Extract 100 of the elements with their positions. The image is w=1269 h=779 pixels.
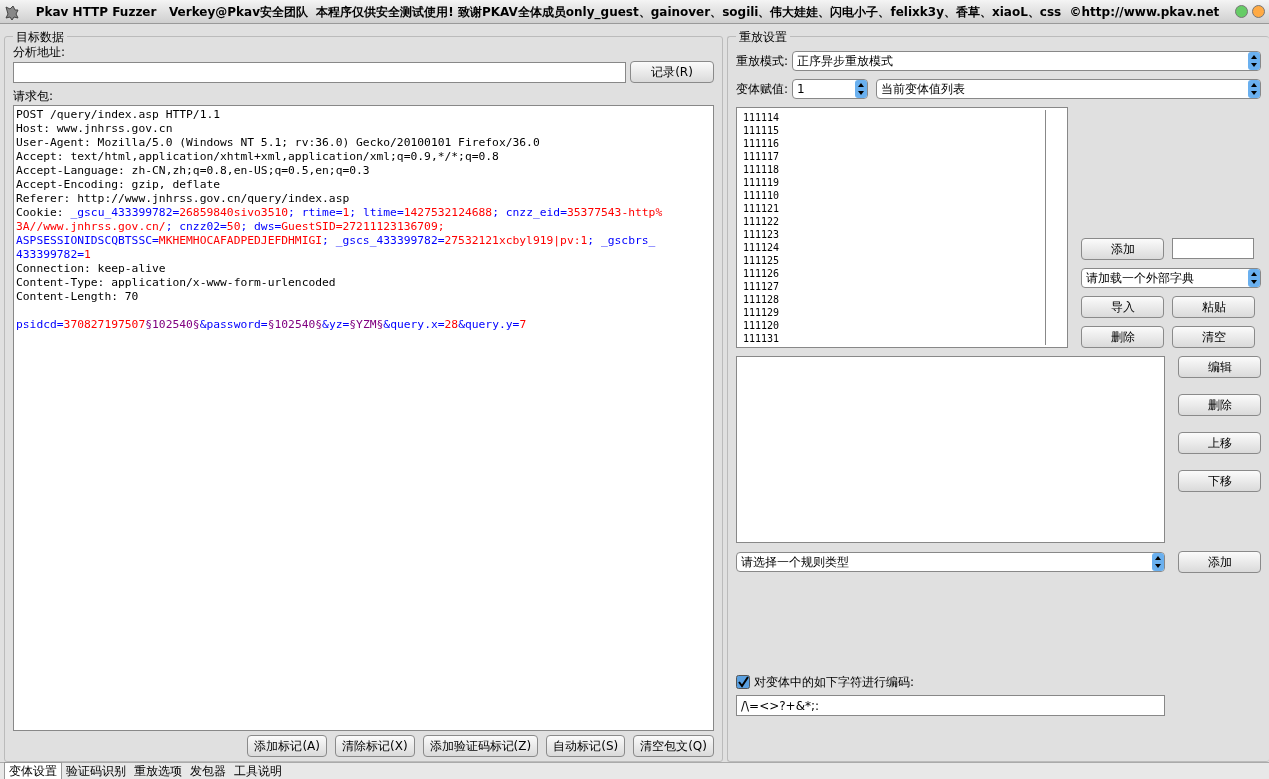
address-field[interactable] — [13, 61, 626, 83]
minimize-button[interactable] — [1252, 5, 1265, 18]
list-item[interactable]: 111120 — [743, 319, 1061, 332]
list-item[interactable]: 111128 — [743, 293, 1061, 306]
request-text: User-Agent: Mozilla/5.0 (Windows NT 5.1; rv:36.0) Gecko/20100101 Firefox/36.0 — [16, 136, 540, 149]
request-text: 27532121xcbyl919|pv:1 — [444, 234, 588, 247]
tab[interactable]: 工具说明 — [230, 763, 286, 779]
request-text: 3A//www.jnhrss.gov.cn/ — [16, 220, 166, 233]
clear-marks-button[interactable]: 清除标记(X) — [335, 735, 415, 757]
request-text: 1 — [342, 206, 350, 219]
add-button[interactable]: 添加 — [1081, 238, 1164, 260]
request-text: Cookie: — [16, 206, 65, 219]
request-text: ; cnzz_eid= — [492, 206, 567, 219]
request-text: &query.y= — [458, 318, 520, 331]
request-text: ; dws= — [240, 220, 282, 233]
request-text: 1 — [84, 248, 91, 261]
list-item[interactable]: 111118 — [743, 163, 1061, 176]
request-text: ; _gscs_433399782= — [322, 234, 445, 247]
move-down-button[interactable]: 下移 — [1178, 470, 1261, 492]
encode-chars-field[interactable]: /\=<>?+&*;: — [736, 695, 1165, 716]
list-item[interactable]: 111116 — [743, 137, 1061, 150]
spinner-icon — [1152, 553, 1164, 571]
spinner-icon — [1248, 80, 1260, 98]
delete-rule-button[interactable]: 删除 — [1178, 394, 1261, 416]
mode-select[interactable]: 正序异步重放模式 — [792, 51, 1261, 71]
tab[interactable]: 变体设置 — [4, 762, 62, 779]
list-item[interactable]: 111110 — [743, 189, 1061, 202]
group-title: 目标数据 — [13, 28, 67, 46]
rule-type-select[interactable]: 请选择一个规则类型 — [736, 552, 1165, 572]
spinner-icon — [1248, 52, 1260, 70]
request-text: §YZM§ — [349, 318, 384, 331]
group-title: 重放设置 — [736, 28, 790, 46]
request-text: Connection: keep-alive — [16, 262, 166, 275]
request-text: 1427532124688 — [403, 206, 493, 219]
list-item[interactable]: 111131 — [743, 332, 1061, 345]
request-text: ; ltime= — [349, 206, 404, 219]
move-up-button[interactable]: 上移 — [1178, 432, 1261, 454]
request-text: §102540§ — [267, 318, 323, 331]
field-label: 请求包: — [13, 88, 55, 105]
request-text: GuestSID=27211123136709; — [281, 220, 445, 233]
request-text: &yz= — [322, 318, 350, 331]
tab[interactable]: 验证码识别 — [62, 763, 130, 779]
request-text: 370827197507 — [63, 318, 146, 331]
field-label: 重放模式: — [736, 53, 789, 70]
value-list[interactable]: 111114 111115 111116 111117 111118 111119 111110 111121 111122 111123 111124 111125 111126 111127 111128 111129 111120 111131 — [736, 107, 1068, 348]
record-button[interactable]: 记录(R) — [630, 61, 714, 83]
paste-button[interactable]: 粘贴 — [1172, 296, 1255, 318]
request-text: POST /query/index.asp HTTP/1.1 — [16, 108, 221, 121]
source-select[interactable]: 当前变体值列表 — [876, 79, 1261, 99]
edit-button[interactable]: 编辑 — [1178, 356, 1261, 378]
list-item[interactable]: 111121 — [743, 202, 1061, 215]
add-captcha-mark-button[interactable]: 添加验证码标记(Z) — [422, 735, 539, 757]
list-item[interactable]: 111122 — [743, 215, 1061, 228]
delete-button[interactable]: 删除 — [1081, 326, 1164, 348]
request-text: Content-Length: 70 — [16, 290, 139, 303]
list-item[interactable]: 111127 — [743, 280, 1061, 293]
request-editor[interactable] — [13, 105, 714, 731]
checkbox-label: 对变体中的如下字符进行编码: — [754, 674, 915, 691]
app-icon — [4, 3, 20, 20]
request-text: Accept-Encoding: gzip, deflate — [16, 178, 221, 191]
list-item[interactable]: 111119 — [743, 176, 1061, 189]
request-text: psidcd= — [16, 318, 64, 331]
dictionary-select[interactable]: 请加载一个外部字典 — [1081, 268, 1261, 288]
list-item[interactable]: 111114 — [743, 111, 1061, 124]
request-text: 50 — [226, 220, 241, 233]
add-rule-button[interactable]: 添加 — [1178, 551, 1261, 573]
list-item[interactable]: 111123 — [743, 228, 1061, 241]
variant-select[interactable]: 1 — [792, 79, 869, 99]
list-item[interactable]: 111117 — [743, 150, 1061, 163]
clear-request-button[interactable]: 清空包文(Q) — [633, 735, 714, 757]
import-button[interactable]: 导入 — [1081, 296, 1164, 318]
request-text: 28 — [444, 318, 459, 331]
request-text: &query.x= — [383, 318, 445, 331]
auto-mark-button[interactable]: 自动标记(S) — [546, 735, 626, 757]
list-item[interactable]: 111115 — [743, 124, 1061, 137]
request-text: 7 — [519, 318, 527, 331]
request-text: MKHEMHOCAFADPEDJEFDHMIGI — [158, 234, 323, 247]
request-text: §102540§ — [145, 318, 200, 331]
spinner-icon — [855, 80, 868, 98]
request-text: Content-Type: application/x-www-form-urlencoded — [16, 276, 336, 289]
tab[interactable]: 发包器 — [186, 763, 230, 779]
field-label: 分析地址: — [13, 44, 67, 61]
clear-button[interactable]: 清空 — [1172, 326, 1255, 348]
list-item[interactable]: 111124 — [743, 241, 1061, 254]
request-text: 26859840sivo3510 — [179, 206, 289, 219]
request-text: 433399782= — [16, 248, 84, 261]
tab[interactable]: 重放选项 — [130, 763, 186, 779]
request-text: Host: www.jnhrss.gov.cn — [16, 122, 173, 135]
request-text: ; _gscbrs_ — [587, 234, 656, 247]
value-input[interactable] — [1172, 238, 1254, 259]
request-text: ; cnzz02= — [165, 220, 227, 233]
list-item[interactable]: 111126 — [743, 267, 1061, 280]
add-mark-button[interactable]: 添加标记(A) — [247, 735, 327, 757]
window-title: Pkav HTTP Fuzzer Verkey@Pkav安全团队 本程序仅供安全测试使用! 致谢PKAV全体成员only_guest、gainover、sogili、伟大娃娃、闪电小子、felixk3y、香草、xiaoL、css ©http://www.pkav.net — [34, 3, 1221, 21]
list-item[interactable]: 111125 — [743, 254, 1061, 267]
zoom-button[interactable] — [1235, 5, 1248, 18]
encode-checkbox[interactable] — [736, 675, 750, 689]
request-text: ASPSESSIONIDSCQBTSSC= — [16, 234, 159, 247]
list-item[interactable]: 111129 — [743, 306, 1061, 319]
request-text: Accept: text/html,application/xhtml+xml,application/xml;q=0.9,*/*;q=0.8 — [16, 150, 499, 163]
